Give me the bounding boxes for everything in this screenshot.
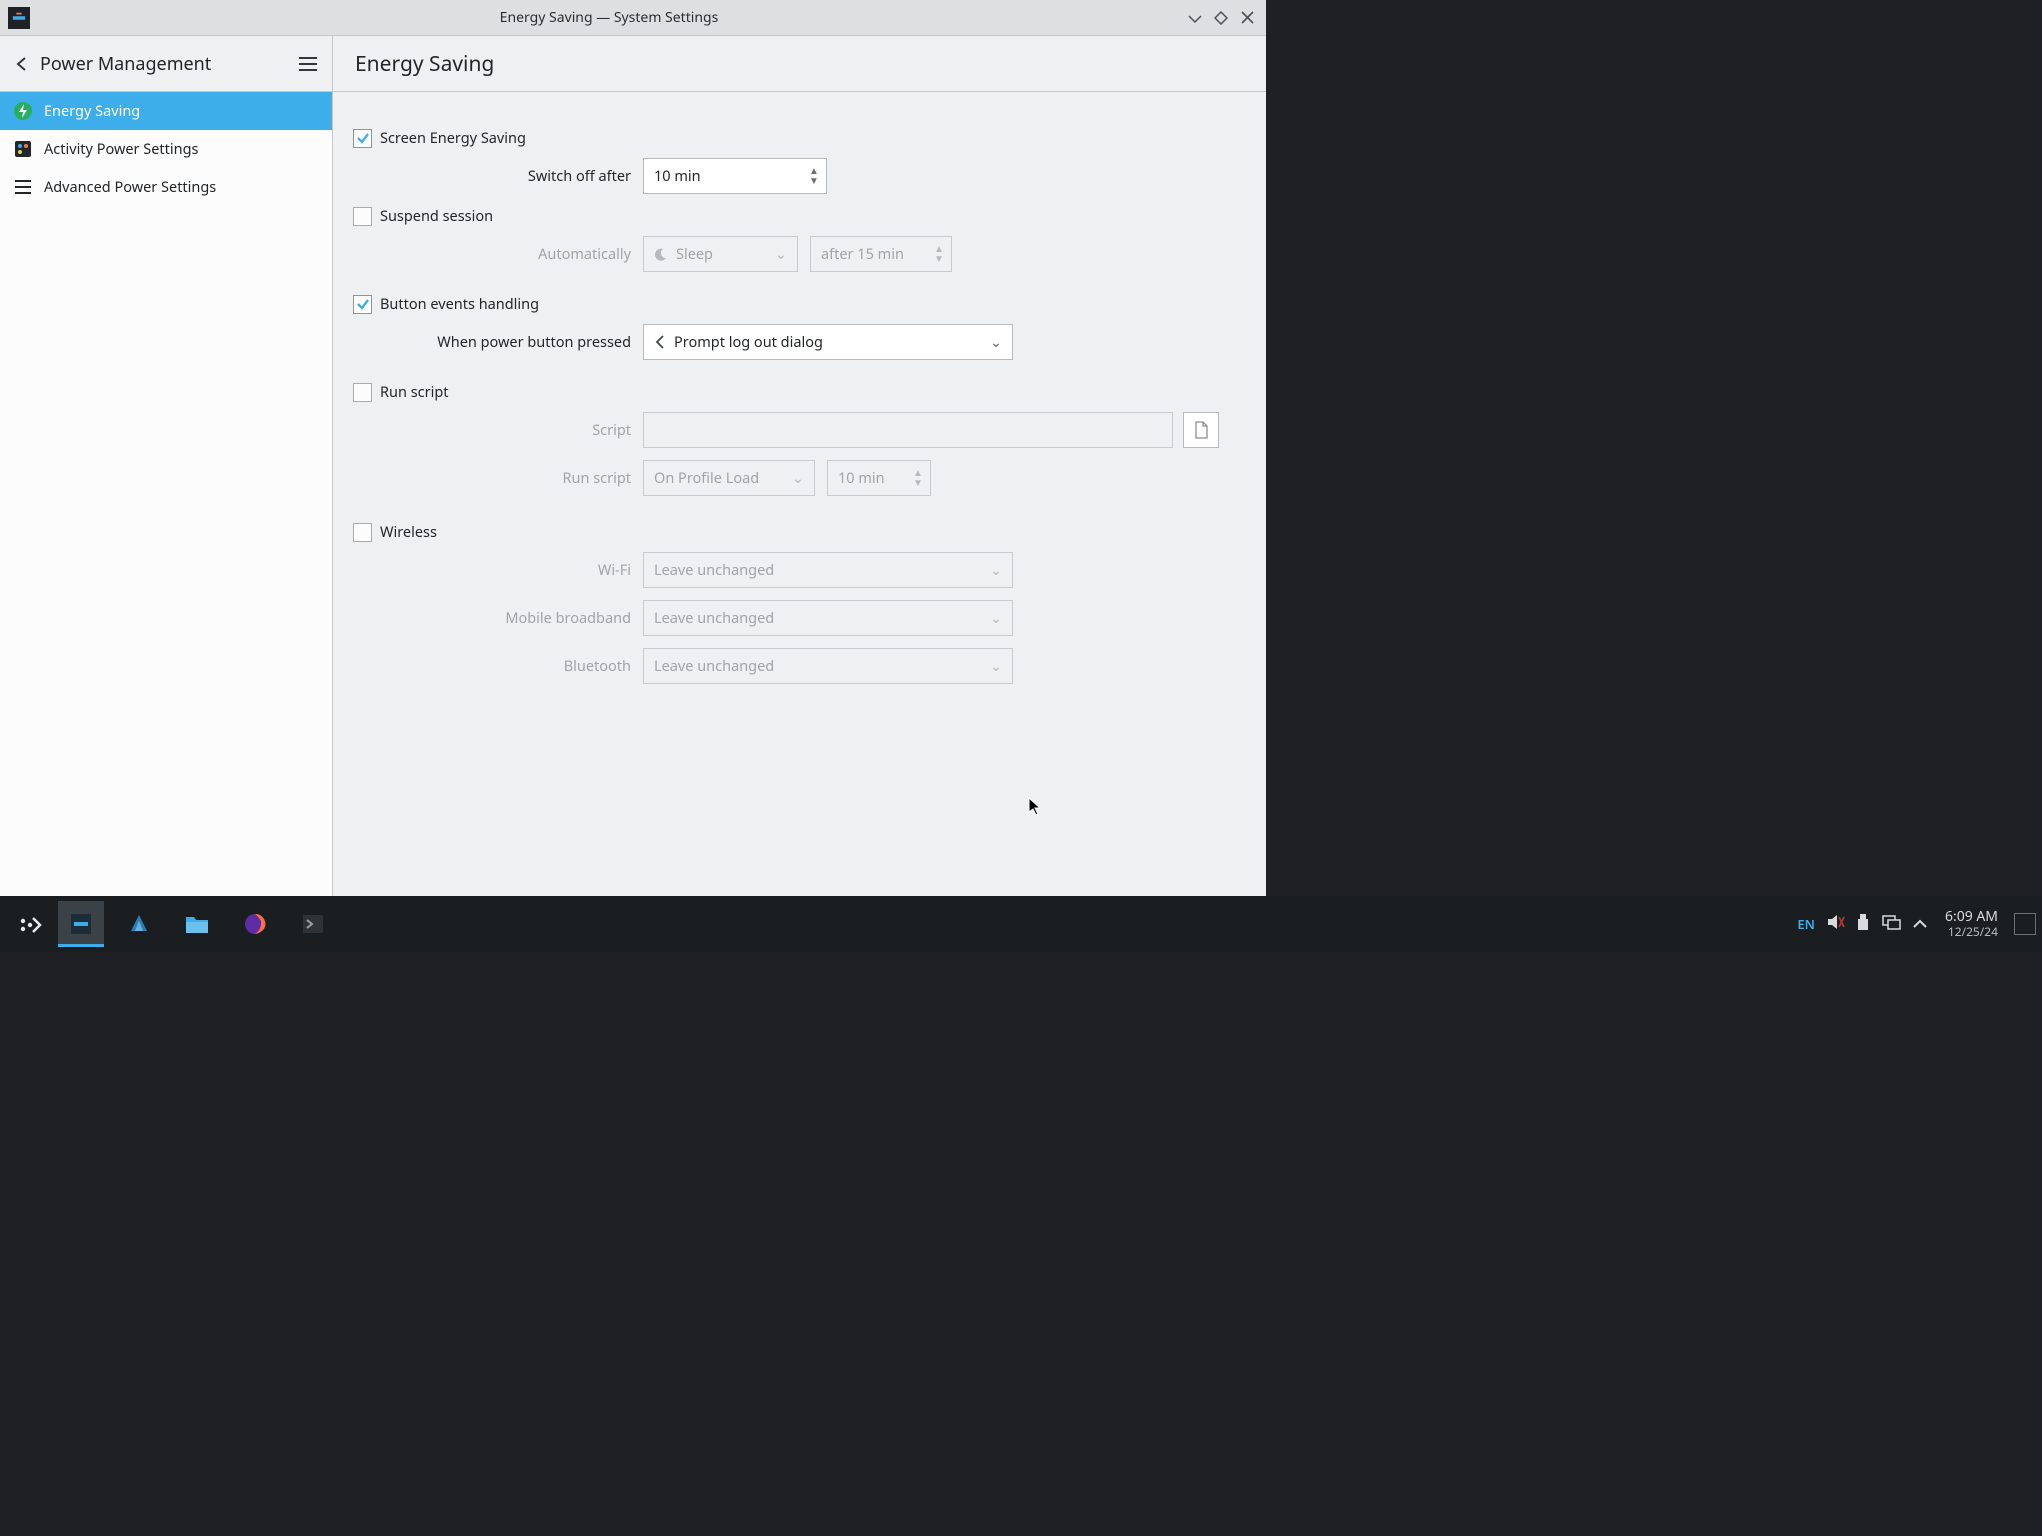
- mbb-value: Leave unchanged: [654, 608, 990, 628]
- spinner-arrows-icon[interactable]: ▲▼: [802, 166, 826, 186]
- hamburger-menu-button[interactable]: [294, 50, 322, 78]
- clock-date: 12/25/24: [1945, 925, 1998, 939]
- sidebar-title: Power Management: [34, 52, 294, 76]
- power-button-action-value: Prompt log out dialog: [674, 332, 990, 352]
- chevron-down-icon: ⌄: [990, 332, 1002, 352]
- sidebar-item-advanced-power[interactable]: Advanced Power Settings: [0, 168, 332, 206]
- suspend-checkbox[interactable]: [353, 207, 372, 226]
- window-title: Energy Saving — System Settings: [38, 8, 1180, 27]
- clock[interactable]: 6:09 AM 12/25/24: [1945, 909, 1998, 939]
- switch-off-spinbox[interactable]: 10 min ▲▼: [643, 158, 827, 194]
- switch-off-label: Switch off after: [353, 166, 643, 186]
- page-title: Energy Saving: [333, 36, 1266, 92]
- sidebar-item-label: Energy Saving: [44, 101, 140, 121]
- system-tray: EN: [1797, 913, 1927, 935]
- bt-label: Bluetooth: [353, 656, 643, 676]
- run-script-label: Run script: [380, 382, 449, 402]
- hamburger-icon: [12, 176, 34, 198]
- run-script-delay-spinbox[interactable]: 10 min ▲▼: [827, 460, 931, 496]
- sidebar-item-label: Advanced Power Settings: [44, 177, 216, 197]
- run-script-checkbox[interactable]: [353, 383, 372, 402]
- suspend-delay-spinbox[interactable]: after 15 min ▲▼: [810, 236, 952, 272]
- chevron-down-icon: ⌄: [775, 244, 787, 264]
- task-terminal[interactable]: [290, 901, 336, 947]
- network-icon[interactable]: [1881, 914, 1901, 934]
- wireless-checkbox[interactable]: [353, 523, 372, 542]
- button-events-checkbox[interactable]: [353, 295, 372, 314]
- wifi-combo[interactable]: Leave unchanged ⌄: [643, 552, 1013, 588]
- mbb-combo[interactable]: Leave unchanged ⌄: [643, 600, 1013, 636]
- power-button-label: When power button pressed: [353, 332, 643, 352]
- maximize-button[interactable]: [1210, 7, 1232, 29]
- spinner-arrows-icon[interactable]: ▲▼: [927, 244, 951, 264]
- chevron-left-icon: [654, 335, 666, 349]
- sidebar-item-label: Activity Power Settings: [44, 139, 198, 159]
- taskbar: EN 6:09 AM 12/25/24: [0, 896, 2042, 952]
- run-script-when-label: Run script: [353, 468, 643, 488]
- back-button[interactable]: [10, 52, 34, 76]
- titlebar: Energy Saving — System Settings: [0, 0, 1266, 36]
- screen-energy-checkbox[interactable]: [353, 129, 372, 148]
- task-files[interactable]: [174, 901, 220, 947]
- wifi-label: Wi-Fi: [353, 560, 643, 580]
- script-path-label: Script: [353, 420, 643, 440]
- sidebar-list: Energy Saving Activity Power Settings Ad…: [0, 92, 332, 952]
- screen-energy-label: Screen Energy Saving: [380, 128, 526, 148]
- spinner-arrows-icon[interactable]: ▲▼: [906, 468, 930, 488]
- task-firefox[interactable]: [232, 901, 278, 947]
- volume-muted-icon[interactable]: [1827, 914, 1845, 934]
- chevron-down-icon: ⌄: [990, 608, 1002, 628]
- settings-window: Energy Saving — System Settings Power Ma…: [0, 0, 1266, 952]
- app-launcher-button[interactable]: [6, 901, 52, 947]
- mbb-label: Mobile broadband: [353, 608, 643, 628]
- power-button-action-combo[interactable]: Prompt log out dialog ⌄: [643, 324, 1013, 360]
- button-events-label: Button events handling: [380, 294, 539, 314]
- sidebar-item-activity-power[interactable]: Activity Power Settings: [0, 130, 332, 168]
- chevron-down-icon: ⌄: [792, 468, 804, 488]
- switch-off-value: 10 min: [654, 166, 802, 186]
- run-script-when-value: On Profile Load: [654, 468, 792, 488]
- wireless-label: Wireless: [380, 522, 437, 542]
- activity-icon: [12, 138, 34, 160]
- task-discover[interactable]: [116, 901, 162, 947]
- automatically-label: Automatically: [353, 244, 643, 264]
- tray-expand-icon[interactable]: [1913, 915, 1927, 933]
- bt-combo[interactable]: Leave unchanged ⌄: [643, 648, 1013, 684]
- bt-value: Leave unchanged: [654, 656, 990, 676]
- script-path-input[interactable]: [643, 412, 1173, 448]
- sidebar-item-energy-saving[interactable]: Energy Saving: [0, 92, 332, 130]
- chevron-down-icon: ⌄: [990, 656, 1002, 676]
- show-desktop-button[interactable]: [2014, 913, 2036, 935]
- lang-indicator[interactable]: EN: [1797, 915, 1815, 933]
- close-button[interactable]: [1236, 7, 1258, 29]
- chevron-down-icon: ⌄: [990, 560, 1002, 580]
- app-icon: [8, 7, 30, 29]
- script-browse-button[interactable]: [1183, 412, 1219, 448]
- sidebar-header: Power Management: [0, 36, 332, 92]
- suspend-action-combo[interactable]: Sleep ⌄: [643, 236, 798, 272]
- minimize-button[interactable]: [1184, 7, 1206, 29]
- sleep-icon: [654, 247, 668, 261]
- suspend-action-value: Sleep: [676, 244, 775, 264]
- main-panel: Energy Saving Screen Energy Saving Switc…: [333, 36, 1266, 952]
- form-area: Screen Energy Saving Switch off after 10…: [333, 92, 1266, 896]
- sidebar: Power Management Energy Saving Activity: [0, 36, 333, 952]
- usb-icon[interactable]: [1857, 913, 1869, 935]
- bolt-circle-icon: [12, 100, 34, 122]
- suspend-label: Suspend session: [380, 206, 493, 226]
- task-system-settings[interactable]: [58, 901, 104, 947]
- run-script-when-combo[interactable]: On Profile Load ⌄: [643, 460, 815, 496]
- wifi-value: Leave unchanged: [654, 560, 990, 580]
- suspend-delay-value: after 15 min: [821, 244, 927, 264]
- run-script-delay-value: 10 min: [838, 468, 906, 488]
